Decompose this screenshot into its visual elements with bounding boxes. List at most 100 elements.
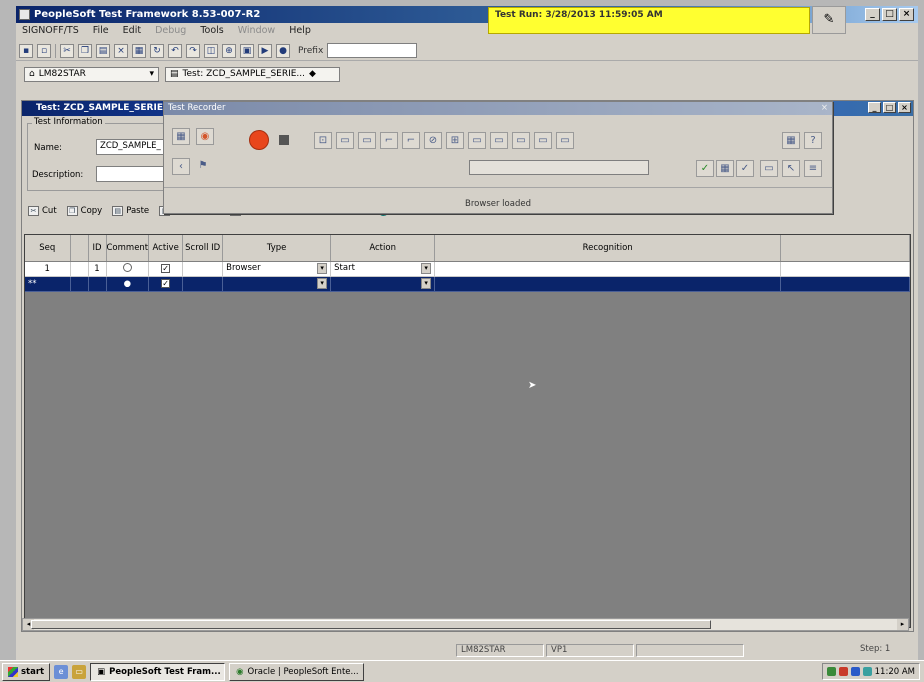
record-button[interactable] [249,130,269,150]
recorder-verify-icon[interactable]: ✓ [736,160,754,177]
copy-icon[interactable]: ❐ [78,43,92,58]
grid-icon[interactable]: ▦ [132,43,146,58]
test-information-group: Test Information Name: ZCD_SAMPLE_ Descr… [27,117,177,191]
cell-recognition[interactable] [434,261,782,277]
open-icon[interactable]: ▣ [240,43,254,58]
comment-icon-cell[interactable]: ● [106,276,150,292]
taskbar-item-oracle[interactable]: ◉ Oracle | PeopleSoft Ente... [229,662,365,681]
recorder-tool-10-icon[interactable]: ▭ [512,132,530,149]
run-icon[interactable]: ▶ [258,43,272,58]
header-action[interactable]: Action [330,235,436,262]
recorder-tool-3-icon[interactable]: ▭ [358,132,376,149]
recorder-tool-6-icon[interactable]: ⊘ [424,132,442,149]
table-row[interactable]: 1 1 ✓ Browser ▾ Start ▾ [25,261,910,277]
recorder-grid-icon[interactable]: ▦ [782,132,800,149]
close-button[interactable]: × [899,8,914,21]
recorder-tool-8-icon[interactable]: ▭ [468,132,486,149]
recorder-tool-1-icon[interactable]: ⊡ [314,132,332,149]
debug-icon[interactable]: ● [276,43,290,58]
cut-action[interactable]: ✂ Cut [28,206,57,216]
recorder-help-icon[interactable]: ? [804,132,822,149]
header-id[interactable]: ID [88,235,107,262]
header-active[interactable]: Active [148,235,184,262]
new-icon[interactable]: ⊕ [222,43,236,58]
stop-button[interactable] [279,135,289,145]
menu-window[interactable]: Window [238,23,275,39]
test-tab[interactable]: ▤ Test: ZCD_SAMPLE_SERIE... ◆ [165,67,340,82]
scroll-right-icon[interactable]: ▸ [897,619,908,630]
recorder-divider [164,187,832,188]
header-recognition[interactable]: Recognition [434,235,782,262]
recorder-list-icon[interactable]: ≡ [804,160,822,177]
recorder-tool-12-icon[interactable]: ▭ [556,132,574,149]
recorder-flag-icon[interactable]: ⚑ [194,158,212,175]
prefix-input[interactable] [327,43,418,58]
redo-icon[interactable]: ↷ [186,43,200,58]
recorder-tool-11-icon[interactable]: ▭ [534,132,552,149]
header-comment[interactable]: Comment [106,235,150,262]
comment-radio[interactable] [106,261,150,277]
start-button[interactable]: start [2,662,51,681]
view-icon[interactable]: ◫ [204,43,218,58]
browser-icon: ◉ [236,666,244,677]
environment-select[interactable]: ⌂ LM82STAR ▾ [24,67,159,82]
recorder-tool-2-icon[interactable]: ▭ [336,132,354,149]
cut-icon[interactable]: ✂ [60,43,74,58]
recorder-tool-4-icon[interactable]: ⌐ [380,132,398,149]
refresh-icon[interactable]: ↻ [150,43,164,58]
minimize-button[interactable]: _ [865,8,880,21]
maximize-button[interactable]: □ [882,8,897,21]
recorder-tool-5-icon[interactable]: ⌐ [402,132,420,149]
scroll-thumb[interactable] [31,620,711,629]
cell-scroll-id[interactable] [182,276,224,292]
quicklaunch-folder-icon[interactable]: ▭ [72,664,87,679]
cell-recognition[interactable] [434,276,782,292]
menu-help[interactable]: Help [289,23,311,39]
recorder-tool-7-icon[interactable]: ⊞ [446,132,464,149]
action-dropdown[interactable]: Start ▾ [330,261,436,277]
type-dropdown[interactable]: Browser ▾ [222,261,332,277]
save-all-icon[interactable]: ▫ [37,43,51,58]
recorder-options-icon[interactable]: ▦ [172,128,190,145]
recorder-tool-9-icon[interactable]: ▭ [490,132,508,149]
copy-action[interactable]: ❐ Copy [66,206,102,216]
save-icon[interactable]: ▪ [19,43,33,58]
paste-action[interactable]: ▤ Paste [112,206,149,216]
header-seq[interactable]: Seq [25,235,71,262]
taskbar-item-ptf[interactable]: ▣ PeopleSoft Test Fram... [90,662,226,681]
recorder-pointer-icon[interactable]: ↖ [782,160,800,177]
header-scroll-id[interactable]: Scroll ID [182,235,224,262]
child-minimize-button[interactable]: _ [868,102,881,113]
recorder-grid2-icon[interactable]: ▦ [716,160,734,177]
child-maximize-button[interactable]: □ [883,102,896,113]
header-type[interactable]: Type [222,235,332,262]
undo-icon[interactable]: ↶ [168,43,182,58]
recorder-close-icon[interactable]: × [821,102,828,115]
delete-icon[interactable]: × [114,43,128,58]
quicklaunch-ie-icon[interactable]: e [54,664,69,679]
type-dropdown[interactable]: ▾ [222,276,332,292]
network-icon[interactable] [826,667,836,676]
cell-scroll-id[interactable] [182,261,224,277]
recorder-step-icon[interactable]: ▭ [760,160,778,177]
recorder-nav-icon[interactable]: ‹ [172,158,190,175]
active-checkbox[interactable]: ✓ [148,261,184,277]
notification-tray-icon[interactable]: ✎ [812,6,846,34]
action-dropdown[interactable]: ▾ [330,276,436,292]
sync-icon[interactable] [850,667,860,676]
cell-blank [70,261,89,277]
recorder-settings-icon[interactable]: ◉ [196,128,214,145]
horizontal-scrollbar[interactable]: ◂ ▸ [22,618,909,631]
menu-tools[interactable]: Tools [200,23,223,39]
recorder-check-icon[interactable]: ✓ [696,160,714,177]
menu-file[interactable]: File [93,23,109,39]
new-row[interactable]: ** ● ✓ ▾ ▾ [25,276,910,292]
menu-signoff[interactable]: SIGNOFF/TS [22,23,79,39]
menu-debug[interactable]: Debug [155,23,186,39]
active-checkbox[interactable]: ✓ [148,276,184,292]
volume-icon[interactable] [862,667,872,676]
paste-icon[interactable]: ▤ [96,43,110,58]
menu-edit[interactable]: Edit [123,23,141,39]
security-icon[interactable] [838,667,848,676]
child-close-button[interactable]: × [898,102,911,113]
